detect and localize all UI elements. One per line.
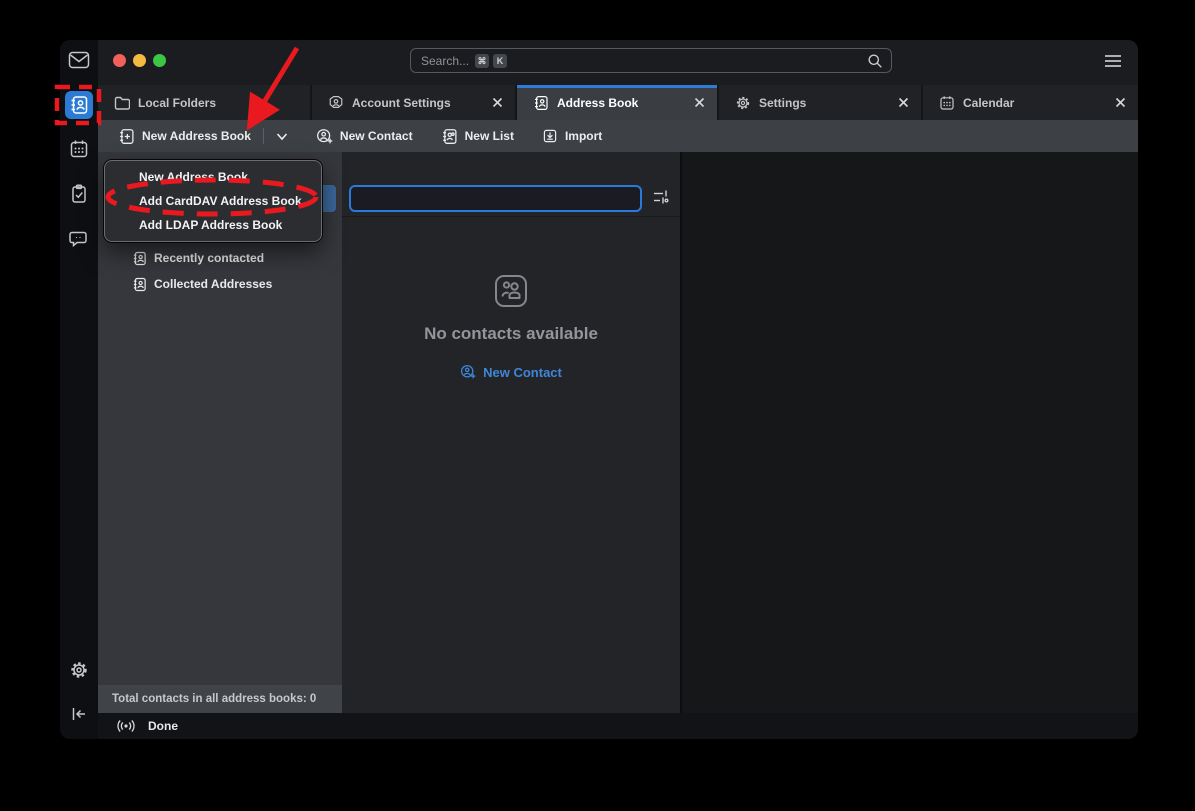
new-address-book-label: New Address Book [142, 129, 251, 143]
address-book-icon [69, 95, 89, 115]
command-key-badge: ⌘ [475, 54, 489, 68]
new-contact-link[interactable]: New Contact [460, 364, 562, 380]
list-people-icon [441, 128, 458, 145]
contact-details-pane [682, 152, 1138, 713]
contacts-search-input[interactable] [351, 187, 640, 210]
toolbar-divider [263, 128, 264, 144]
total-contacts-text: Total contacts in all address books: 0 [112, 693, 316, 705]
new-contact-link-label: New Contact [483, 365, 562, 380]
k-key-badge: K [493, 54, 507, 68]
space-calendar-button[interactable] [65, 135, 93, 163]
menu-item-new-address-book[interactable]: New Address Book [105, 165, 321, 189]
space-chat-button[interactable] [65, 225, 93, 253]
contacts-search-field[interactable] [349, 185, 642, 212]
menu-item-add-carddav-address-book[interactable]: Add CardDAV Address Book [105, 189, 321, 213]
tab-settings[interactable]: Settings [719, 85, 921, 120]
sidebar-item-label: Recently contacted [154, 251, 264, 265]
close-tab-icon[interactable] [1115, 97, 1126, 108]
new-address-book-dropdown-menu: New Address Book Add CardDAV Address Boo… [104, 160, 322, 242]
search-icon [867, 53, 883, 69]
tab-address-book[interactable]: Address Book [517, 85, 717, 120]
activity-broadcast-icon[interactable] [116, 718, 136, 734]
chat-icon [69, 230, 89, 248]
titlebar: ⌘ K [98, 40, 1138, 85]
close-tab-icon[interactable] [898, 97, 909, 108]
new-address-book-button[interactable]: New Address Book [114, 123, 255, 149]
import-button[interactable]: Import [538, 123, 606, 149]
space-settings-button[interactable] [65, 656, 93, 684]
person-plus-icon [460, 364, 476, 380]
zoom-window-button[interactable] [153, 54, 166, 67]
tasks-icon [69, 184, 89, 204]
tab-label: Settings [759, 96, 880, 110]
tab-calendar[interactable]: Calendar [923, 85, 1138, 120]
new-contact-label: New Contact [340, 129, 413, 143]
display-options-icon[interactable] [652, 189, 670, 205]
account-icon [328, 95, 344, 111]
empty-contacts-state: No contacts available New Contact [342, 272, 680, 380]
book-plus-icon [118, 128, 135, 145]
tab-label: Address Book [557, 96, 676, 110]
address-book-icon [132, 277, 147, 292]
chevron-down-icon [276, 132, 288, 141]
close-tab-icon[interactable] [492, 97, 503, 108]
person-plus-icon [316, 128, 333, 145]
calendar-icon [939, 95, 955, 111]
tab-account-settings[interactable]: Account Settings [312, 85, 515, 120]
new-address-book-dropdown-toggle[interactable] [272, 132, 292, 141]
address-book-icon [533, 95, 549, 111]
empty-state-title: No contacts available [424, 324, 598, 344]
import-icon [542, 128, 558, 144]
close-window-button[interactable] [113, 54, 126, 67]
list-header-divider [342, 216, 680, 217]
status-bar: Done [98, 713, 1138, 739]
close-tab-icon[interactable] [694, 97, 705, 108]
collapse-icon [69, 704, 89, 724]
spaces-toolbar [60, 40, 98, 739]
import-label: Import [565, 129, 602, 143]
total-contacts-footer: Total contacts in all address books: 0 [98, 685, 342, 713]
address-book-toolbar: New Address Book New Contact [98, 120, 1138, 152]
global-search-bar[interactable]: ⌘ K [410, 48, 892, 73]
calendar-icon [69, 139, 89, 159]
tab-bar: Local Folders Account Settings [98, 85, 1138, 120]
tab-label: Account Settings [352, 96, 474, 110]
space-address-book-button[interactable] [65, 91, 93, 119]
gear-icon [69, 660, 89, 680]
app-window: ⌘ K Local Folders [60, 40, 1138, 739]
tab-local-folders[interactable]: Local Folders [98, 85, 310, 120]
sidebar-item-label: Collected Addresses [154, 277, 272, 291]
app-menu-button[interactable] [1103, 53, 1123, 69]
menu-item-add-ldap-address-book[interactable]: Add LDAP Address Book [105, 213, 321, 237]
new-contact-button[interactable]: New Contact [312, 123, 417, 149]
new-list-button[interactable]: New List [437, 123, 518, 149]
new-list-label: New List [465, 129, 514, 143]
minimize-window-button[interactable] [133, 54, 146, 67]
contacts-placeholder-icon [492, 272, 530, 310]
status-text: Done [148, 719, 178, 733]
space-mail-button[interactable] [65, 46, 93, 74]
sidebar-item-collected-addresses[interactable]: Collected Addresses [122, 271, 336, 297]
folder-icon [114, 96, 130, 110]
tab-label: Calendar [963, 96, 1097, 110]
address-book-icon [132, 251, 147, 266]
tab-label: Local Folders [138, 96, 298, 110]
collapse-spaces-button[interactable] [65, 700, 93, 728]
space-tasks-button[interactable] [65, 180, 93, 208]
mail-icon [68, 51, 90, 69]
contacts-list-pane: No contacts available New Contact [342, 152, 682, 713]
search-shortcut-badges: ⌘ K [475, 54, 511, 68]
sidebar-item-recently-contacted[interactable]: Recently contacted [122, 245, 336, 271]
gear-icon [735, 95, 751, 111]
